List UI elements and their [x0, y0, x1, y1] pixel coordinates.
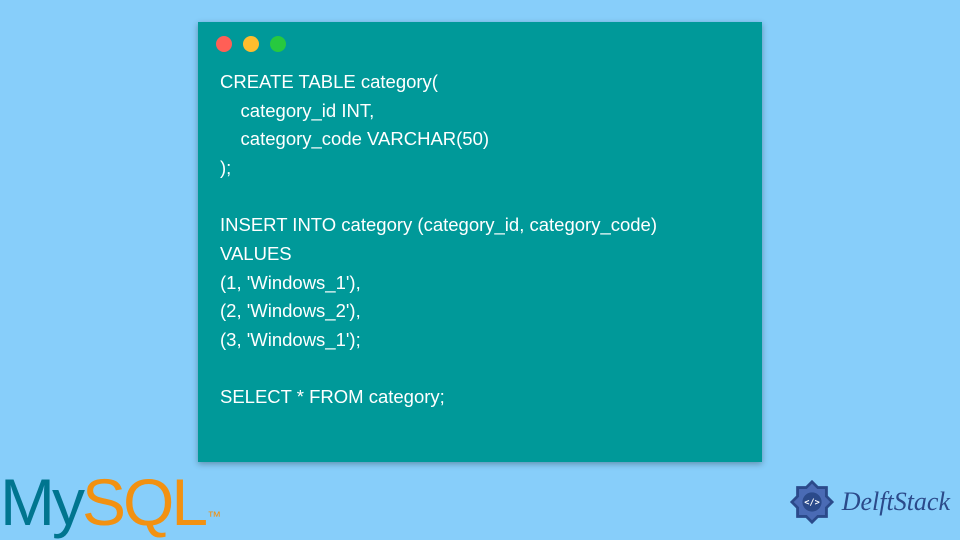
minimize-icon[interactable]	[243, 36, 259, 52]
code-window: CREATE TABLE category( category_id INT, …	[198, 22, 762, 462]
window-titlebar	[198, 22, 762, 60]
maximize-icon[interactable]	[270, 36, 286, 52]
mysql-logo-sql: SQL	[82, 464, 205, 540]
mysql-logo-tm: ™	[207, 508, 221, 524]
delftstack-logo-text: DelftStack	[842, 487, 950, 517]
delftstack-logo: </> DelftStack	[788, 478, 950, 526]
close-icon[interactable]	[216, 36, 232, 52]
mysql-logo: MySQL™	[0, 464, 221, 540]
svg-text:</>: </>	[804, 498, 820, 508]
mysql-logo-my: My	[0, 464, 82, 540]
code-content: CREATE TABLE category( category_id INT, …	[198, 60, 762, 430]
delftstack-badge-icon: </>	[788, 478, 836, 526]
